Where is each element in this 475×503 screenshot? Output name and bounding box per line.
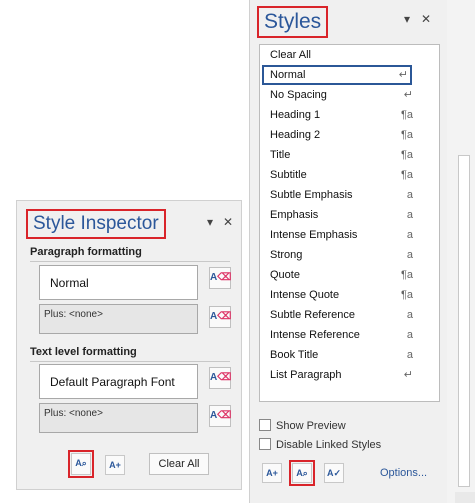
- reset-paragraph-style-button[interactable]: A⌫: [209, 267, 231, 289]
- paragraph-style-icon: ↵: [398, 69, 408, 81]
- vertical-scrollbar-thumb[interactable]: [458, 155, 470, 487]
- style-item[interactable]: Emphasis a: [260, 205, 439, 225]
- style-item[interactable]: Quote ¶a: [260, 265, 439, 285]
- paragraph-style-field: Normal: [39, 265, 198, 300]
- styles-pane: Styles ▾ ✕ Clear All Normal ↵ No Spacing ↵ He…: [249, 0, 447, 503]
- style-item[interactable]: Book Title a: [260, 345, 439, 365]
- linked-style-icon: ¶a: [400, 289, 413, 301]
- style-item-label: Heading 1: [270, 109, 321, 121]
- close-icon[interactable]: ✕: [223, 215, 233, 229]
- style-item-label: No Spacing: [270, 89, 327, 101]
- linked-style-icon: ¶a: [400, 109, 413, 121]
- style-item-label: Intense Reference: [270, 329, 360, 341]
- linked-style-icon: ¶a: [400, 269, 413, 281]
- manage-styles-icon[interactable]: A✓: [324, 463, 344, 483]
- section-divider: [30, 361, 230, 362]
- style-item[interactable]: Intense Reference a: [260, 325, 439, 345]
- style-item[interactable]: Normal ↵: [262, 65, 412, 85]
- close-icon[interactable]: ✕: [421, 12, 431, 26]
- section-divider: [30, 261, 230, 262]
- clear-all-button[interactable]: Clear All: [149, 453, 209, 475]
- style-item-label: Heading 2: [270, 129, 321, 141]
- pane-options-dropdown-icon[interactable]: ▾: [404, 12, 410, 26]
- linked-style-icon: ¶a: [400, 129, 413, 141]
- style-item-label: Clear All: [270, 49, 311, 61]
- paragraph-style-icon: ↵: [403, 369, 413, 381]
- style-item-label: Subtle Reference: [270, 309, 355, 321]
- show-preview-label: Show Preview: [276, 420, 346, 432]
- style-item-label: Normal: [270, 69, 306, 81]
- style-item[interactable]: No Spacing ↵: [260, 85, 439, 105]
- style-item[interactable]: Heading 1 ¶a: [260, 105, 439, 125]
- style-item[interactable]: Intense Emphasis a: [260, 225, 439, 245]
- checkbox-icon[interactable]: [259, 419, 271, 431]
- style-item[interactable]: Subtle Reference a: [260, 305, 439, 325]
- style-item-label: Book Title: [270, 349, 319, 361]
- style-item[interactable]: Strong a: [260, 245, 439, 265]
- paragraph-style-icon: ↵: [403, 89, 413, 101]
- linked-style-icon: ¶a: [400, 149, 413, 161]
- style-item-label: Emphasis: [270, 209, 319, 221]
- pane-options-dropdown-icon[interactable]: ▾: [207, 215, 213, 229]
- new-style-icon[interactable]: A+: [105, 455, 125, 475]
- style-item[interactable]: Title ¶a: [260, 145, 439, 165]
- character-style-icon: a: [406, 329, 413, 341]
- linked-style-icon: ¶a: [400, 169, 413, 181]
- character-style-icon: a: [406, 349, 413, 361]
- paragraph-direct-formatting-field: Plus: <none>: [39, 304, 198, 334]
- style-item-label: Subtitle: [270, 169, 307, 181]
- style-item-label: Title: [270, 149, 291, 161]
- styles-pane-title: Styles: [257, 6, 329, 38]
- character-style-icon: a: [406, 249, 413, 261]
- style-inspector-icon[interactable]: A⌕: [289, 460, 315, 486]
- character-style-icon: a: [406, 309, 413, 321]
- show-preview-checkbox[interactable]: Show Preview: [259, 419, 346, 432]
- options-link[interactable]: Options...: [380, 467, 427, 479]
- disable-linked-styles-label: Disable Linked Styles: [276, 439, 382, 451]
- new-style-icon[interactable]: A+: [262, 463, 282, 483]
- style-item[interactable]: Heading 2 ¶a: [260, 125, 439, 145]
- checkbox-icon[interactable]: [259, 438, 271, 450]
- character-style-icon: a: [406, 209, 413, 221]
- character-style-icon: a: [406, 189, 413, 201]
- character-style-icon: a: [406, 229, 413, 241]
- style-item-label: List Paragraph: [270, 369, 342, 381]
- style-item[interactable]: List Paragraph ↵: [260, 365, 439, 385]
- style-item[interactable]: Clear All: [260, 45, 439, 65]
- style-item[interactable]: Subtitle ¶a: [260, 165, 439, 185]
- reset-character-style-button[interactable]: A⌫: [209, 367, 231, 389]
- style-inspector-pane: Style Inspector ▾ ✕ Paragraph formatting…: [16, 200, 242, 490]
- character-style-field: Default Paragraph Font: [39, 364, 198, 399]
- text-direct-formatting-field: Plus: <none>: [39, 403, 198, 433]
- style-item[interactable]: Intense Quote ¶a: [260, 285, 439, 305]
- style-item-label: Intense Quote: [270, 289, 340, 301]
- paragraph-formatting-label: Paragraph formatting: [30, 246, 142, 258]
- disable-linked-styles-checkbox[interactable]: Disable Linked Styles: [259, 438, 381, 451]
- style-item-label: Strong: [270, 249, 303, 261]
- style-item-label: Subtle Emphasis: [270, 189, 353, 201]
- style-item-label: Quote: [270, 269, 300, 281]
- reveal-formatting-icon[interactable]: A⌕: [68, 450, 94, 478]
- style-item[interactable]: Subtle Emphasis a: [260, 185, 439, 205]
- style-inspector-title: Style Inspector: [26, 209, 166, 239]
- text-level-formatting-label: Text level formatting: [30, 346, 137, 358]
- scrollbar-corner: [455, 492, 475, 503]
- styles-list: Clear All Normal ↵ No Spacing ↵ Heading 1 ¶a He…: [259, 44, 440, 402]
- style-item-label: Intense Emphasis: [270, 229, 358, 241]
- clear-character-formatting-button[interactable]: A⌫: [209, 405, 231, 427]
- clear-paragraph-formatting-button[interactable]: A⌫: [209, 306, 231, 328]
